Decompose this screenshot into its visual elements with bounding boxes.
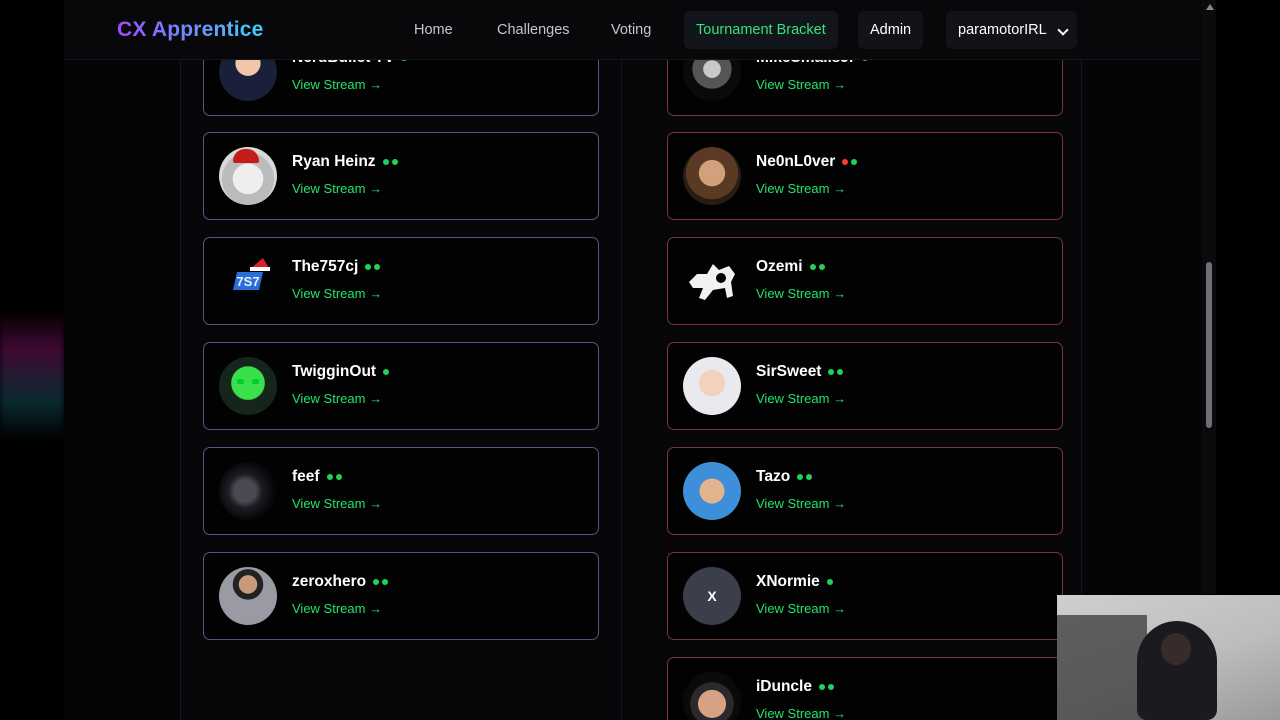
participant-name: SirSweet [756, 363, 846, 381]
background-glow [0, 310, 64, 440]
nav-tournament-bracket[interactable]: Tournament Bracket [684, 11, 838, 49]
chevron-down-icon [1056, 24, 1069, 36]
view-stream-link[interactable]: View Stream → [292, 181, 382, 196]
participant-card: zeroxhero View Stream → [203, 552, 599, 640]
avatar-initial: X [683, 567, 741, 625]
participant-card: Tazo View Stream → [667, 447, 1063, 535]
view-stream-link[interactable]: View Stream → [292, 601, 382, 616]
participant-card: SirSweet View Stream → [667, 342, 1063, 430]
nav-admin[interactable]: Admin [858, 11, 924, 49]
avatar: 7S7 [219, 252, 277, 310]
participant-name: TwigginOut [292, 363, 392, 381]
brand-logo[interactable]: CX Apprentice [117, 18, 264, 42]
username: paramotorIRL [958, 22, 1047, 38]
view-stream-link[interactable]: View Stream → [756, 706, 846, 720]
avatar [683, 462, 741, 520]
view-stream-link[interactable]: View Stream → [292, 496, 382, 511]
view-stream-link[interactable]: View Stream → [756, 601, 846, 616]
view-stream-link[interactable]: View Stream → [756, 391, 846, 406]
avatar [219, 462, 277, 520]
participant-card: X XNormie View Stream → [667, 552, 1063, 640]
view-stream-link[interactable]: View Stream → [756, 496, 846, 511]
view-stream-link[interactable]: View Stream → [756, 286, 846, 301]
scroll-up-arrow-icon[interactable] [1206, 4, 1214, 10]
nav-voting[interactable]: Voting [599, 11, 663, 49]
avatar [683, 357, 741, 415]
avatar [219, 567, 277, 625]
participant-card: Ne0nL0ver View Stream → [667, 132, 1063, 220]
nav-challenges[interactable]: Challenges [485, 11, 582, 49]
scroll-thumb[interactable] [1206, 262, 1212, 428]
participant-name: Ryan Heinz [292, 153, 401, 171]
avatar [219, 357, 277, 415]
nav-home[interactable]: Home [402, 11, 465, 49]
participant-name: XNormie [756, 573, 836, 591]
participant-name: Ne0nL0ver [756, 153, 860, 171]
view-stream-link[interactable]: View Stream → [292, 286, 382, 301]
avatar [683, 672, 741, 720]
user-menu[interactable]: paramotorIRL [946, 11, 1077, 49]
avatar [219, 147, 277, 205]
participant-card: 7S7 The757cj View Stream → [203, 237, 599, 325]
participant-card: Ozemi View Stream → [667, 237, 1063, 325]
webcam-overlay [1057, 595, 1280, 720]
participant-card: feef View Stream → [203, 447, 599, 535]
view-stream-link[interactable]: View Stream → [292, 77, 382, 92]
participant-name: zeroxhero [292, 573, 391, 591]
view-stream-link[interactable]: View Stream → [756, 77, 846, 92]
participant-name: The757cj [292, 258, 383, 276]
view-stream-link[interactable]: View Stream → [756, 181, 846, 196]
participant-name: Tazo [756, 468, 815, 486]
participant-name: feef [292, 468, 345, 486]
participant-card: iDuncle View Stream → [667, 657, 1063, 720]
svg-text:7S7: 7S7 [236, 274, 259, 289]
avatar [683, 147, 741, 205]
scrollbar[interactable] [1202, 0, 1216, 594]
participant-card: TwigginOut View Stream → [203, 342, 599, 430]
participant-name: Ozemi [756, 258, 828, 276]
view-stream-link[interactable]: View Stream → [292, 391, 382, 406]
participant-name: iDuncle [756, 678, 837, 696]
participant-card: Ryan Heinz View Stream → [203, 132, 599, 220]
avatar [683, 252, 741, 310]
